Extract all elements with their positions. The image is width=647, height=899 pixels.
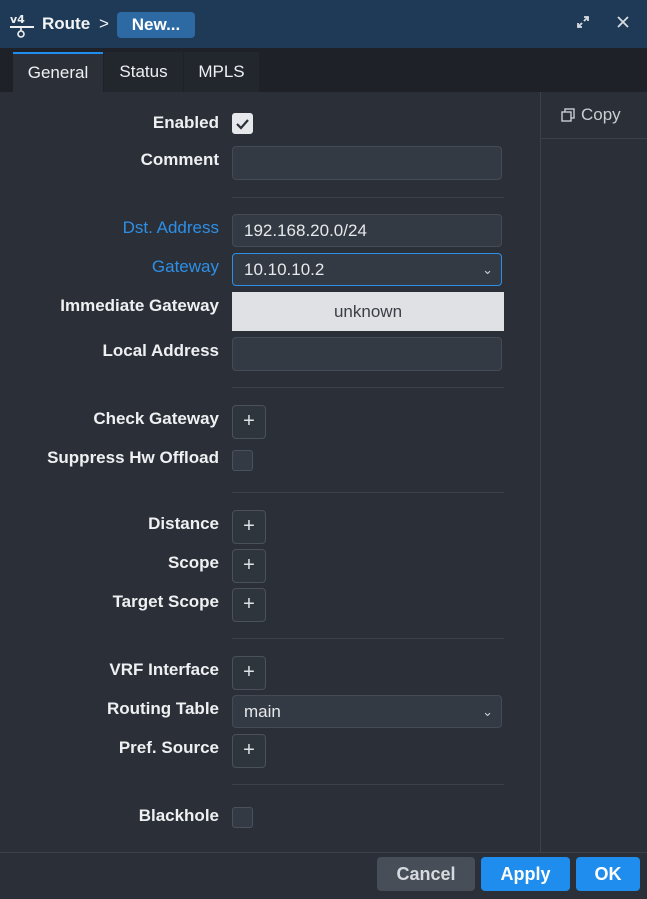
restore-icon[interactable] (573, 14, 593, 34)
routing-table-label: Routing Table (106, 699, 219, 718)
suppress-hw-offload-label: Suppress Hw Offload (47, 448, 219, 467)
target-scope-label: Target Scope (112, 592, 219, 611)
divider (232, 197, 504, 198)
routing-table-value: main (244, 702, 281, 721)
comment-label: Comment (140, 150, 219, 169)
svg-text:v4: v4 (10, 13, 25, 26)
routing-table-select[interactable]: main ⌄ (232, 695, 502, 728)
plus-icon: + (243, 661, 255, 683)
checkmark-icon (236, 119, 249, 130)
dst-address-field[interactable]: 192.168.20.0/24 (232, 214, 502, 247)
enabled-checkbox[interactable] (232, 113, 253, 134)
tab-status[interactable]: Status (104, 52, 183, 92)
ok-button[interactable]: OK (576, 857, 640, 891)
divider (232, 492, 504, 493)
gateway-label: Gateway (151, 257, 219, 276)
local-address-field[interactable] (232, 337, 502, 371)
immediate-gateway-value: unknown (232, 292, 504, 331)
blackhole-label: Blackhole (138, 806, 219, 825)
gateway-select[interactable]: 10.10.10.2 ⌄ (232, 253, 502, 286)
cancel-button[interactable]: Cancel (377, 857, 475, 891)
suppress-hw-offload-checkbox[interactable] (232, 450, 253, 471)
check-gateway-label: Check Gateway (93, 409, 219, 428)
chevron-down-icon: ⌄ (482, 704, 493, 719)
blackhole-checkbox[interactable] (232, 807, 253, 828)
close-icon[interactable] (613, 14, 633, 34)
copy-button[interactable]: Copy (561, 105, 621, 127)
plus-icon: + (243, 410, 255, 432)
tab-general[interactable]: General (13, 52, 103, 92)
divider (232, 387, 504, 388)
comment-field[interactable] (232, 146, 502, 180)
side-panel: Copy (540, 92, 647, 852)
scope-add-button[interactable]: + (232, 549, 266, 583)
breadcrumb-separator: > (99, 14, 109, 33)
plus-icon: + (243, 739, 255, 761)
copy-label: Copy (581, 105, 621, 124)
enabled-label: Enabled (152, 113, 219, 132)
v4-route-icon: v4 (10, 13, 34, 38)
distance-label: Distance (148, 514, 219, 533)
scope-label: Scope (167, 553, 219, 572)
window-title: Route (42, 14, 91, 33)
pref-source-add-button[interactable]: + (232, 734, 266, 768)
tab-bar: General Status MPLS (0, 48, 647, 92)
target-scope-add-button[interactable]: + (232, 588, 266, 622)
gateway-value: 10.10.10.2 (244, 260, 325, 279)
record-chip[interactable]: New... (117, 12, 195, 38)
check-gateway-add-button[interactable]: + (232, 405, 266, 439)
immediate-gateway-label: Immediate Gateway (60, 296, 219, 315)
apply-button[interactable]: Apply (481, 857, 570, 891)
divider (541, 138, 647, 139)
vrf-interface-add-button[interactable]: + (232, 656, 266, 690)
plus-icon: + (243, 554, 255, 576)
local-address-label: Local Address (102, 341, 219, 360)
vrf-interface-label: VRF Interface (109, 660, 219, 679)
divider (232, 638, 504, 639)
plus-icon: + (243, 515, 255, 537)
footer-bar: Cancel Apply OK (0, 852, 647, 899)
title-bar: v4 Route > New... (0, 0, 647, 48)
plus-icon: + (243, 593, 255, 615)
dst-address-label: Dst. Address (122, 218, 219, 237)
pref-source-label: Pref. Source (118, 738, 219, 757)
divider (232, 784, 504, 785)
chevron-down-icon: ⌄ (482, 262, 493, 277)
copy-icon (561, 108, 575, 122)
distance-add-button[interactable]: + (232, 510, 266, 544)
tab-mpls[interactable]: MPLS (184, 52, 259, 92)
